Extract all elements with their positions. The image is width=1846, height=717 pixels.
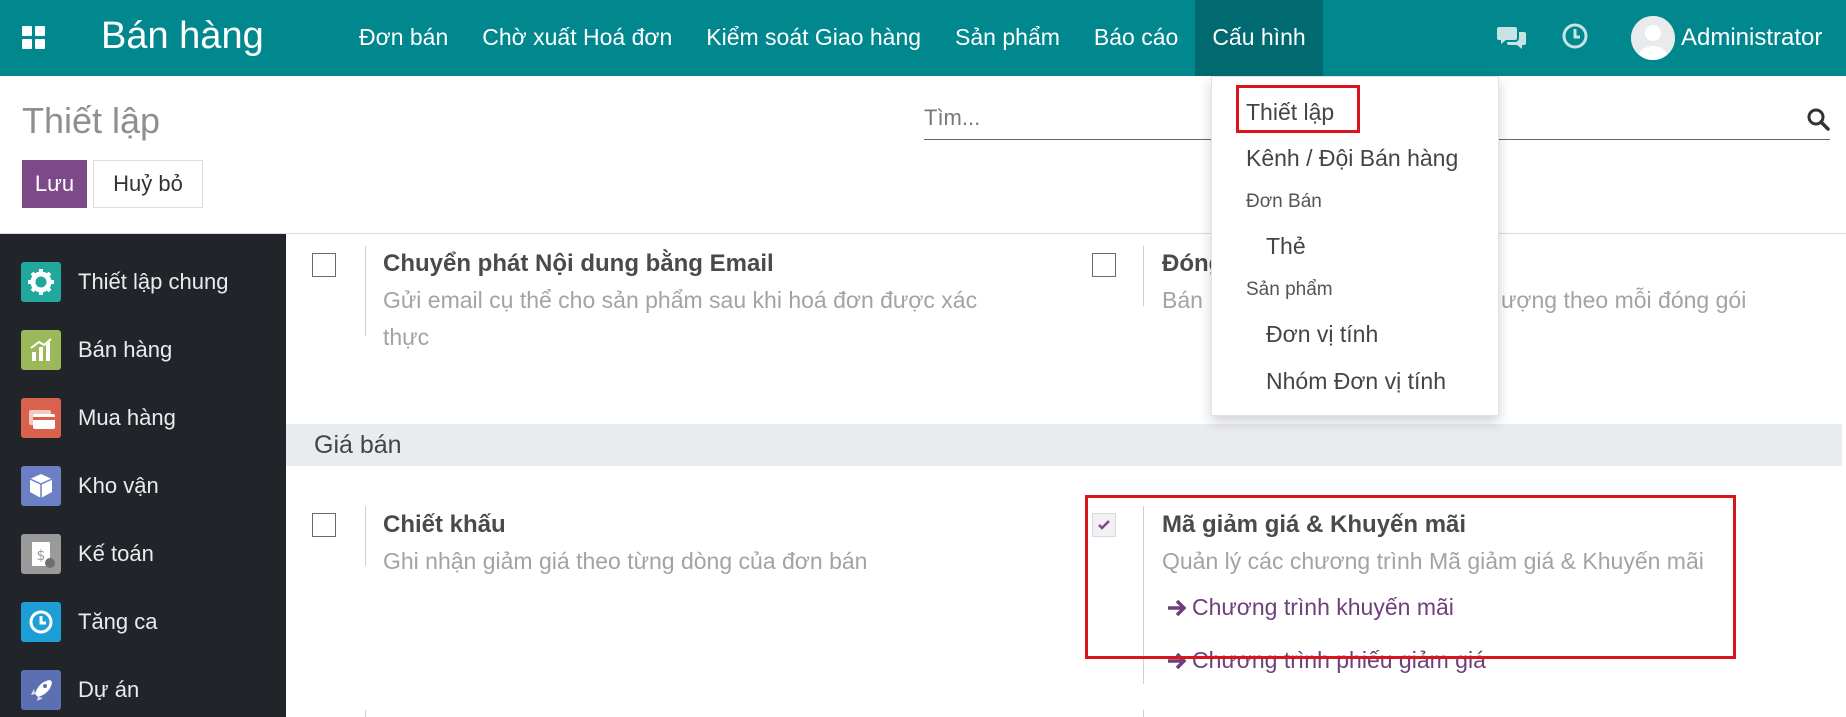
sidebar-item-project[interactable]: Dự án (0, 656, 286, 717)
dropdown-item-tags[interactable]: Thẻ (1266, 233, 1306, 260)
section-header-pricing: Giá bán (286, 424, 1842, 466)
divider (1143, 710, 1144, 717)
rocket-icon (21, 670, 61, 710)
sidebar-item-sales[interactable]: Bán hàng (0, 316, 286, 384)
divider (365, 246, 366, 336)
credit-card-icon (21, 398, 61, 438)
sidebar-item-general-settings[interactable]: Thiết lập chung (0, 248, 286, 316)
app-brand[interactable]: Bán hàng (101, 12, 264, 60)
control-panel: Thiết lập Lưu Huỷ bỏ (0, 76, 1846, 234)
menu-products[interactable]: Sản phẩm (938, 0, 1077, 76)
packaging-description-start: Bán (1162, 287, 1203, 313)
divider (1143, 246, 1144, 306)
sidebar-item-purchase[interactable]: Mua hàng (0, 384, 286, 452)
highlight-box (1236, 85, 1360, 133)
sales-chart-icon (21, 330, 61, 370)
discount-description: Ghi nhận giảm giá theo từng dòng của đơn… (383, 548, 868, 574)
dropdown-item-sales-teams[interactable]: Kênh / Đội Bán hàng (1246, 145, 1458, 172)
menu-to-invoice[interactable]: Chờ xuất Hoá đơn (465, 0, 689, 76)
email-delivery-description: Gửi email cụ thể cho sản phẩm sau khi ho… (383, 287, 978, 350)
sidebar-item-label: Bán hàng (78, 337, 173, 362)
cancel-button[interactable]: Huỷ bỏ (93, 160, 203, 208)
chat-icon[interactable] (1496, 24, 1528, 52)
discount-title: Chiết khấu (383, 511, 506, 538)
email-delivery-title: Chuyển phát Nội dung bằng Email (383, 250, 774, 277)
menu-orders[interactable]: Đơn bán (342, 0, 465, 76)
menu-delivery-control[interactable]: Kiểm soát Giao hàng (689, 0, 938, 76)
packaging-description-end: ượng theo mỗi đóng gói (1501, 287, 1747, 313)
divider (365, 506, 366, 566)
sidebar-item-accounting[interactable]: $ Kế toán (0, 520, 286, 588)
divider (365, 710, 366, 717)
main-menu: Đơn bán Chờ xuất Hoá đơn Kiểm soát Giao … (342, 0, 1323, 76)
svg-text:$: $ (37, 548, 46, 564)
dropdown-header-orders: Đơn Bán (1246, 191, 1322, 212)
packaging-checkbox[interactable] (1092, 253, 1116, 277)
configuration-dropdown: Thiết lập Kênh / Đội Bán hàng Đơn Bán Th… (1211, 76, 1499, 416)
dropdown-item-units-of-measure[interactable]: Đơn vị tính (1266, 321, 1378, 348)
sidebar-item-label: Tăng ca (78, 609, 158, 634)
avatar (1631, 16, 1675, 60)
menu-configuration[interactable]: Cấu hình (1195, 0, 1323, 76)
sidebar-item-label: Kế toán (78, 541, 154, 566)
top-navbar: Bán hàng Đơn bán Chờ xuất Hoá đơn Kiểm s… (0, 0, 1846, 76)
sidebar-item-label: Dự án (78, 677, 140, 702)
activity-clock-icon[interactable] (1561, 22, 1589, 50)
sidebar-item-label: Mua hàng (78, 405, 176, 430)
sidebar-item-label: Kho vận (78, 473, 159, 498)
sidebar-item-label: Thiết lập chung (78, 269, 229, 294)
save-button[interactable]: Lưu (22, 160, 87, 208)
email-delivery-checkbox[interactable] (312, 253, 336, 277)
settings-sidebar: Thiết lập chung Bán hàng Mua hàng Kho vậ… (0, 234, 286, 717)
user-menu[interactable]: Administrator (1631, 13, 1822, 63)
user-name: Administrator (1681, 24, 1823, 51)
dropdown-item-uom-categories[interactable]: Nhóm Đơn vị tính (1266, 368, 1446, 395)
sidebar-item-inventory[interactable]: Kho vận (0, 452, 286, 520)
page-title: Thiết lập (22, 100, 161, 141)
menu-reporting[interactable]: Báo cáo (1077, 0, 1195, 76)
clock-icon (21, 602, 61, 642)
gear-icon (21, 262, 61, 302)
apps-grid-icon[interactable] (22, 26, 46, 50)
search-icon[interactable] (1806, 107, 1830, 131)
dropdown-header-products: Sản phẩm (1246, 279, 1333, 300)
settings-content: Chuyển phát Nội dung bằng Email Gửi emai… (286, 234, 1846, 717)
box-icon (21, 466, 61, 506)
sidebar-item-overtime[interactable]: Tăng ca (0, 588, 286, 656)
highlight-box (1085, 495, 1736, 659)
discount-checkbox[interactable] (312, 513, 336, 537)
invoice-icon: $ (21, 534, 61, 574)
